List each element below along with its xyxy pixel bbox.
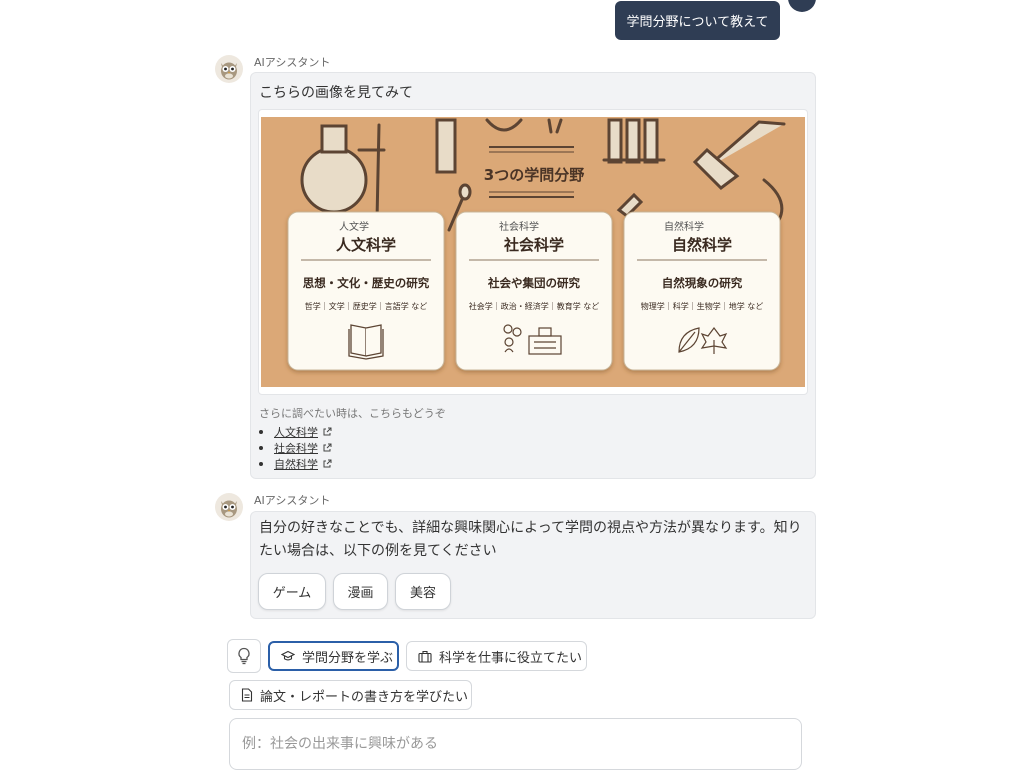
card-natural-examples: 物理学｜科学｜生物学｜地学 など bbox=[641, 301, 764, 311]
user-message-text: 学問分野について教えて bbox=[626, 15, 769, 30]
user-message-bubble: 学問分野について教えて bbox=[615, 1, 780, 40]
card-social-small: 社会科学 bbox=[499, 220, 539, 233]
suggestion-writing[interactable]: 論文・レポートの書き方を学びたい bbox=[229, 680, 472, 710]
card-humanities-small: 人文学 bbox=[339, 220, 369, 233]
academic-fields-illustration: 3つの学問分野 人文学 人文科学 思想・文化・歴史の研究 哲学｜文学｜歴史学｜言… bbox=[261, 117, 805, 387]
owl-icon bbox=[221, 500, 237, 518]
figure-heading: 3つの学問分野 bbox=[484, 166, 584, 184]
suggestion-science-work-label: 科学を仕事に役立てたい bbox=[439, 650, 583, 666]
assistant-name: AIアシスタント bbox=[254, 494, 331, 507]
assistant-message-1-text: こちらの画像を見てみて bbox=[259, 85, 413, 101]
link-social-sciences[interactable]: 社会科学 bbox=[274, 440, 318, 456]
suggestion-learn-fields[interactable]: 学問分野を学ぶ bbox=[268, 641, 399, 671]
link-natural-sciences[interactable]: 自然科学 bbox=[274, 456, 318, 472]
suggestion-science-work[interactable]: 科学を仕事に役立てたい bbox=[406, 641, 587, 671]
card-natural-subtitle: 自然現象の研究 bbox=[662, 276, 743, 290]
link-item-social: 社会科学 bbox=[259, 440, 332, 456]
option-game-button[interactable]: ゲーム bbox=[258, 573, 326, 610]
owl-icon bbox=[221, 62, 237, 80]
chat-input[interactable] bbox=[229, 718, 802, 770]
card-humanities-subtitle: 思想・文化・歴史の研究 bbox=[303, 276, 430, 290]
assistant-message-2-text: 自分の好きなことでも、詳細な興味関心によって学問の視点や方法が異なります。知りた… bbox=[259, 520, 802, 559]
link-item-humanities: 人文科学 bbox=[259, 424, 332, 440]
briefcase-icon bbox=[418, 650, 432, 663]
link-humanities[interactable]: 人文科学 bbox=[274, 424, 318, 440]
option-beauty-button[interactable]: 美容 bbox=[395, 573, 451, 610]
academic-fields-figure: 3つの学問分野 人文学 人文科学 思想・文化・歴史の研究 哲学｜文学｜歴史学｜言… bbox=[258, 109, 808, 395]
assistant-name: AIアシスタント bbox=[254, 56, 331, 69]
external-link-icon bbox=[323, 427, 332, 436]
card-humanities-title: 人文科学 bbox=[336, 236, 396, 254]
card-humanities-examples: 哲学｜文学｜歴史学｜言語学 など bbox=[305, 301, 428, 311]
lightbulb-icon bbox=[238, 647, 250, 665]
card-natural-small: 自然科学 bbox=[664, 220, 704, 233]
graduation-cap-icon bbox=[281, 650, 295, 661]
link-item-natural: 自然科学 bbox=[259, 456, 332, 472]
card-natural-title: 自然科学 bbox=[672, 236, 732, 254]
assistant-avatar bbox=[215, 55, 243, 83]
external-link-icon bbox=[323, 459, 332, 468]
suggestion-writing-label: 論文・レポートの書き方を学びたい bbox=[260, 689, 469, 705]
card-social-title: 社会科学 bbox=[503, 236, 564, 254]
book-icon bbox=[348, 324, 384, 360]
option-manga-button[interactable]: 漫画 bbox=[333, 573, 388, 610]
user-avatar bbox=[788, 0, 816, 12]
card-social-sciences: 社会科学 社会科学 社会や集団の研究 社会学｜政治・経済学｜教育学 など bbox=[455, 211, 613, 371]
hint-button[interactable] bbox=[227, 639, 261, 673]
external-link-icon bbox=[323, 443, 332, 452]
more-resources-note: さらに調べたい時は、こちらもどうぞ bbox=[259, 407, 446, 420]
card-social-subtitle: 社会や集団の研究 bbox=[487, 276, 580, 290]
card-natural-sciences: 自然科学 自然科学 自然現象の研究 物理学｜科学｜生物学｜地学 など bbox=[623, 211, 781, 371]
suggestion-learn-fields-label: 学問分野を学ぶ bbox=[302, 650, 394, 666]
assistant-avatar bbox=[215, 493, 243, 521]
document-icon bbox=[241, 688, 253, 702]
card-humanities: 人文学 人文科学 思想・文化・歴史の研究 哲学｜文学｜歴史学｜言語学 など bbox=[287, 211, 445, 371]
card-social-examples: 社会学｜政治・経済学｜教育学 など bbox=[469, 301, 600, 311]
